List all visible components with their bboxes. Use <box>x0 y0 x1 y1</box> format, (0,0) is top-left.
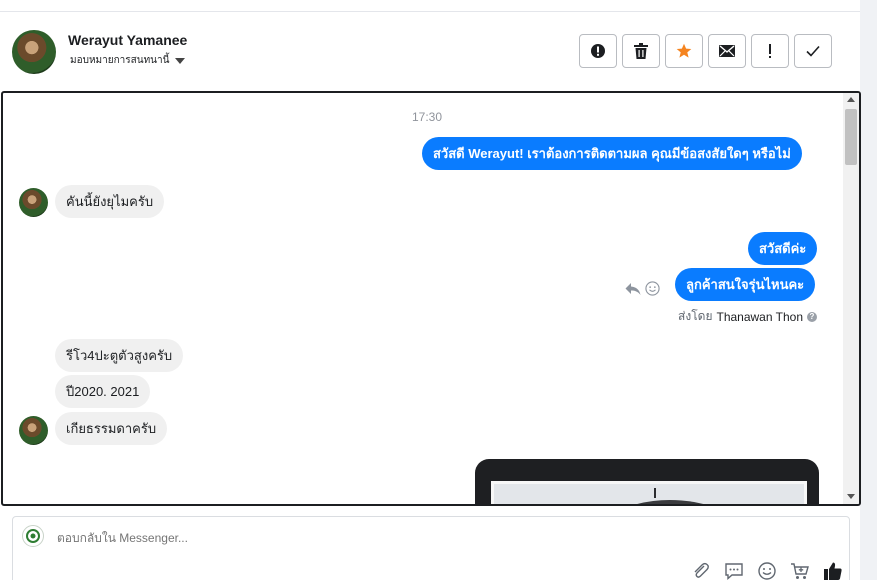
incoming-message[interactable]: เกียธรรมดาครับ <box>55 412 168 445</box>
cart-icon[interactable] <box>790 561 810 580</box>
sent-by-name[interactable]: Thanawan Thon <box>716 310 803 324</box>
mark-unread-button[interactable] <box>708 34 746 68</box>
delete-button[interactable] <box>622 34 660 68</box>
contact-name[interactable]: Werayut Yamanee <box>68 32 187 48</box>
scroll-up-arrow-icon[interactable] <box>847 97 855 102</box>
check-icon <box>806 45 820 57</box>
caret-down-icon <box>175 57 186 64</box>
star-icon <box>676 43 692 58</box>
scroll-thumb[interactable] <box>845 109 857 165</box>
page-logo-icon <box>22 525 44 547</box>
trash-icon <box>634 43 648 59</box>
alert-circle-icon <box>591 44 605 58</box>
reply-icon[interactable] <box>625 282 641 296</box>
contact-avatar-small[interactable] <box>19 416 48 445</box>
exclamation-icon <box>769 44 771 58</box>
emoji-icon[interactable] <box>757 561 777 580</box>
sent-by-line: ส่งโดย Thanawan Thon ? <box>678 307 817 326</box>
reply-composer <box>12 516 850 580</box>
star-button[interactable] <box>665 34 703 68</box>
reaction-smiley-icon[interactable] <box>645 281 660 296</box>
assign-conversation-dropdown[interactable]: มอบหมายการสนทนานี้ <box>70 53 186 68</box>
contact-avatar-small[interactable] <box>19 188 48 217</box>
paperclip-icon[interactable] <box>691 561 711 580</box>
message-thread[interactable]: 17:30 สวัสดี Werayut! เราต้องการติดตามผล… <box>1 91 861 506</box>
spam-button[interactable] <box>579 34 617 68</box>
incoming-message[interactable]: คันนี้ยังยุไมครับ <box>55 185 165 218</box>
contact-avatar[interactable] <box>12 30 56 74</box>
saved-reply-icon[interactable] <box>724 561 744 580</box>
thumbs-up-icon[interactable] <box>823 561 843 580</box>
help-icon[interactable]: ? <box>807 311 817 322</box>
right-edge-panel <box>860 0 877 580</box>
message-tools <box>625 281 660 296</box>
conversation-actions <box>579 34 832 68</box>
message-timestamp: 17:30 <box>412 110 443 124</box>
car-photo-icon <box>637 488 704 504</box>
incoming-message[interactable]: ปี2020. 2021 <box>55 375 151 408</box>
done-button[interactable] <box>794 34 832 68</box>
outgoing-message[interactable]: สวัสดีค่ะ <box>748 232 818 265</box>
scroll-down-arrow-icon[interactable] <box>847 494 855 499</box>
outgoing-message[interactable]: สวัสดี Werayut! เราต้องการติดตามผล คุณมี… <box>422 137 802 170</box>
sent-by-prefix: ส่งโดย <box>678 309 713 323</box>
priority-button[interactable] <box>751 34 789 68</box>
assign-label: มอบหมายการสนทนานี้ <box>70 55 170 66</box>
outgoing-message[interactable]: ลูกค้าสนใจรุ่นไหนคะ <box>675 268 816 301</box>
attachment-image <box>491 481 807 504</box>
reply-input[interactable] <box>57 531 657 545</box>
thread-scrollbar[interactable] <box>843 93 859 504</box>
envelope-icon <box>719 45 735 57</box>
image-attachment[interactable] <box>475 459 819 504</box>
conversation-header: Werayut Yamanee มอบหมายการสนทนานี้ <box>0 12 860 92</box>
incoming-message[interactable]: รีโว4ปะตูตัวสูงครับ <box>55 339 184 372</box>
composer-tools <box>691 561 843 580</box>
